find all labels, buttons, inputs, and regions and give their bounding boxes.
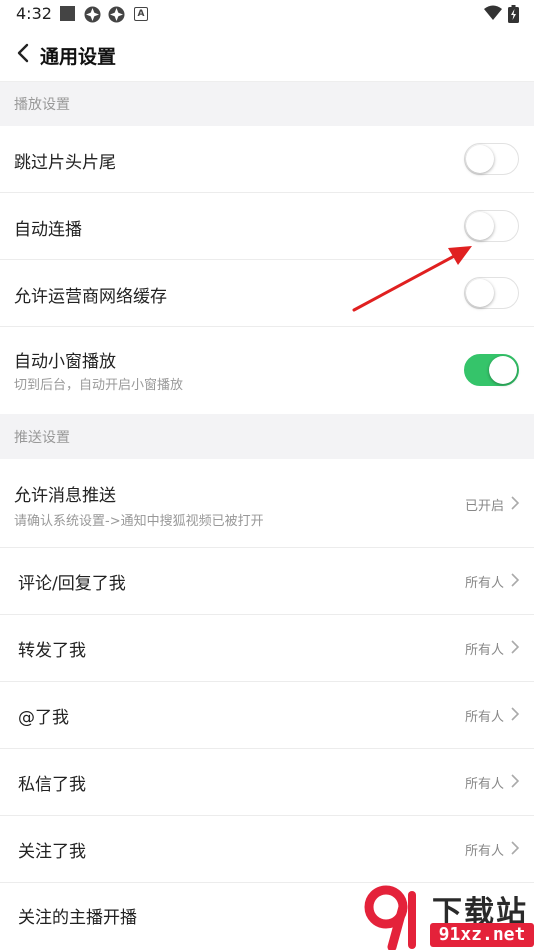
setting-label: 允许消息推送 [14,486,116,506]
chevron-right-icon [511,707,520,721]
setting-description: 切到后台，自动开启小窗播放 [14,378,184,393]
toggle-knob [489,356,517,384]
setting-description: 请确认系统设置->通知中搜狐视频已被打开 [14,514,264,529]
toggle-knob [466,145,494,173]
chevron-right-icon [511,573,520,587]
chevron-right-icon [511,841,520,855]
status-time: 4:32 [16,4,52,23]
section-title: 推送设置 [14,430,70,446]
setting-followed-me[interactable]: 关注了我 所有人 [0,816,534,883]
setting-label: 关注了我 [18,842,86,862]
section-title: 播放设置 [14,97,70,113]
watermark-url: 91xz.net [430,923,534,947]
page-title: 通用设置 [40,46,117,68]
setting-value: 所有人 [464,777,504,792]
section-header-playback: 播放设置 [0,82,534,126]
setting-label: 转发了我 [18,641,86,661]
status-bar: 4:32 A [0,0,534,28]
setting-mentioned[interactable]: @了我 所有人 [0,682,534,749]
toggle-knob [466,212,494,240]
annotation-arrow [352,246,472,312]
section-header-push: 推送设置 [0,414,534,459]
setting-value: 所有人 [464,576,504,591]
watermark: 下载站 91xz.net [362,885,534,950]
mini-window-toggle[interactable] [464,354,519,386]
setting-private-message[interactable]: 私信了我 所有人 [0,749,534,816]
setting-mini-window: 自动小窗播放 切到后台，自动开启小窗播放 [0,327,534,414]
wifi-icon [484,5,502,20]
watermark-logo [364,885,416,950]
setting-value: 所有人 [464,710,504,725]
setting-comment-reply[interactable]: 评论/回复了我 所有人 [0,548,534,615]
notification-square-icon [60,6,75,21]
setting-label: 允许运营商网络缓存 [14,287,167,307]
notification-a-icon: A [134,7,148,21]
setting-label: 私信了我 [18,775,86,795]
setting-label: 关注的主播开播 [18,908,137,928]
setting-value: 已开启 [464,499,504,514]
setting-label: 自动连播 [14,220,82,240]
notification-app-icon-2 [108,6,125,23]
chevron-right-icon [511,496,520,510]
setting-label: 跳过片头片尾 [14,153,116,173]
setting-value: 所有人 [464,643,504,658]
battery-icon [508,5,519,23]
header: 通用设置 [0,28,534,82]
setting-value: 所有人 [464,844,504,859]
chevron-right-icon [511,774,520,788]
setting-reposted[interactable]: 转发了我 所有人 [0,615,534,682]
setting-label: @了我 [18,708,69,728]
chevron-right-icon [511,640,520,654]
skip-intro-toggle[interactable] [464,143,519,175]
setting-label: 评论/回复了我 [18,574,126,594]
setting-skip-intro-outro: 跳过片头片尾 [0,126,534,193]
setting-allow-push[interactable]: 允许消息推送 请确认系统设置->通知中搜狐视频已被打开 已开启 [0,459,534,548]
back-arrow-icon[interactable] [13,42,35,64]
setting-label: 自动小窗播放 [14,352,116,372]
notification-app-icon [84,6,101,23]
